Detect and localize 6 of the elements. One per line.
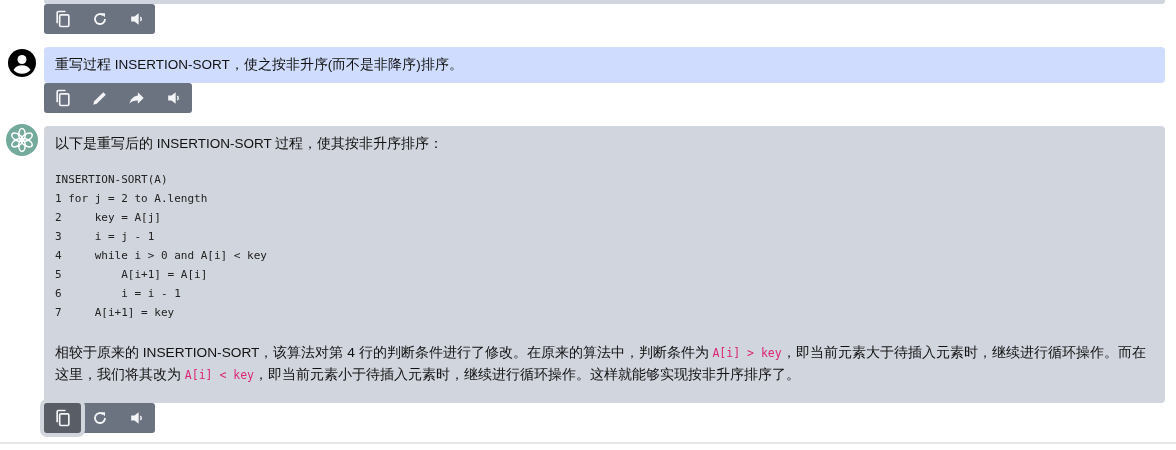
message-text: 重写过程 INSERTION-SORT，使之按非升序(而不是非降序)排序。 [55,56,464,74]
message-text: 以下是重写后的 INSERTION-SORT 过程，使其按非升序排序： [55,135,445,154]
message-paragraph: 相较于原来的 INSERTION-SORT，该算法对第 4 行的判断条件进行了修改。在原来的算法中，判断条件为 A[i] > key，即当前元素大于待插入元素时，继续进行循环操作。而在这里，我们将其改为 A[i] < key，即当前元素小于待插入元素时，继续进行循环操作。这样就能够实现按非升序排序了。 [55,343,1147,384]
logo-icon [6,124,38,157]
user-avatar-icon [8,49,36,77]
code-listing: INSERTION-SORT(A) 1 for j = 2 to A.length 2 key = A[j] 3 i = j - 1 4 while i > 0 and A[i] < key 5 A[i+1] = A[i] 6 i = i - 1 7 A[i+1] = key [55,171,268,321]
